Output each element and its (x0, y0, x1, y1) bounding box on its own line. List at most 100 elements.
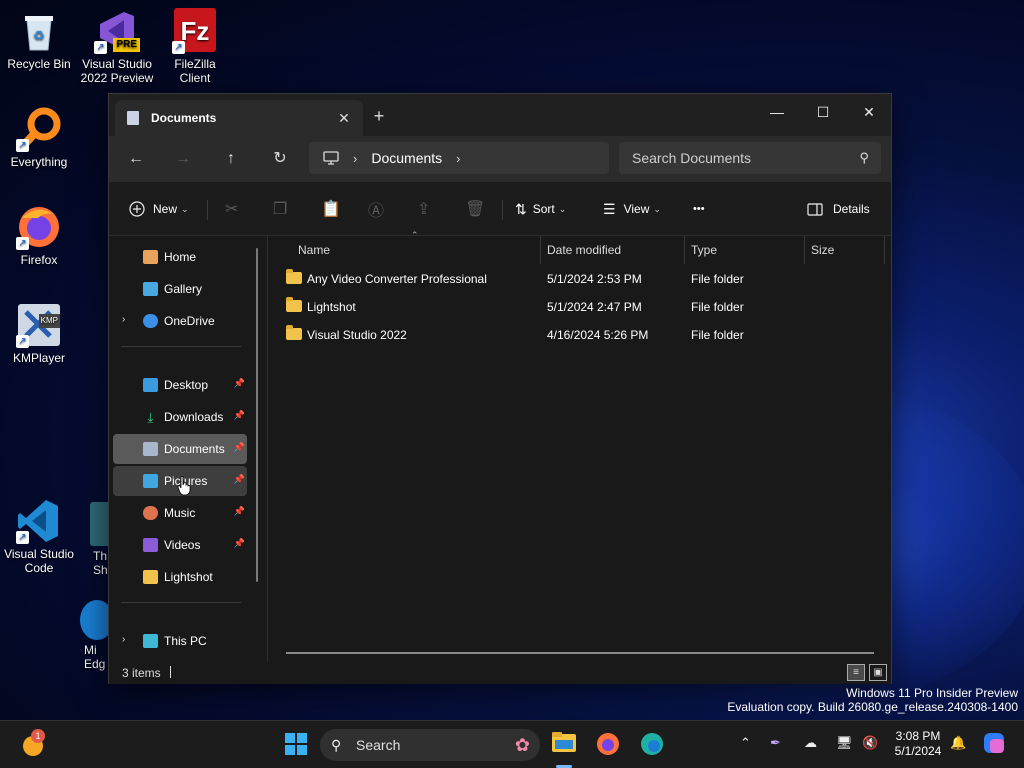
taskbar-search[interactable]: ⚲ Search ✿ (320, 729, 540, 761)
copy-icon[interactable]: ❐ (273, 197, 287, 221)
delete-icon[interactable]: 🗑 (465, 197, 485, 221)
column-header-date[interactable]: Date modified (541, 236, 685, 264)
more-options-button[interactable]: ••• (693, 197, 705, 221)
firefox-taskbar-icon[interactable] (594, 731, 622, 759)
file-date: 5/1/2024 2:53 PM (547, 272, 642, 286)
column-header-type[interactable]: Type (685, 236, 805, 264)
desktop-icon-kmplayer[interactable]: KMP ↗ KMPlayer (2, 302, 76, 365)
cut-icon[interactable]: ✂ (225, 197, 238, 221)
back-button[interactable]: ← (121, 146, 151, 172)
view-button[interactable]: ☰ View ⌄ (603, 197, 661, 221)
notification-badge: 1 (31, 729, 45, 743)
sidebar-item-onedrive[interactable]: › OneDrive (113, 306, 247, 336)
details-pane-icon (807, 202, 823, 216)
sidebar-scrollbar[interactable] (256, 248, 258, 582)
shortcut-arrow-icon: ↗ (16, 531, 29, 544)
desktop-icon-recycle-bin[interactable]: ♻ Recycle Bin (2, 8, 76, 71)
command-bar: New ⌄ ✂ ❐ 📋 Ⓐ ⇪ 🗑 ⇅ Sort ⌄ ☰ View ⌄ ••• … (109, 182, 891, 236)
chevron-right-icon[interactable]: › (122, 634, 125, 645)
copilot-icon[interactable] (980, 731, 1008, 759)
maximize-button[interactable]: ☐ (800, 98, 846, 126)
details-view-button[interactable]: ≡ (847, 664, 865, 681)
sidebar-item-music[interactable]: Music 📌 (113, 498, 247, 528)
details-label: Details (833, 202, 870, 216)
weather-widget-icon[interactable]: 1 (20, 729, 48, 759)
sidebar-item-lightshot[interactable]: Lightshot (113, 562, 247, 592)
breadcrumb-documents[interactable]: Documents (371, 150, 442, 166)
sidebar-item-label: Videos (164, 538, 201, 552)
filezilla-icon: Fz ↗ (172, 8, 218, 54)
sidebar-item-this-pc[interactable]: › This PC (113, 626, 247, 656)
desktop-icon (143, 378, 158, 392)
minimize-button[interactable]: — (754, 98, 800, 126)
chevron-right-icon[interactable]: › (122, 314, 125, 325)
refresh-button[interactable]: ↻ (265, 146, 295, 172)
shortcut-arrow-icon: ↗ (94, 41, 107, 54)
network-icon[interactable]: 🖥 (836, 735, 853, 751)
windows-logo-icon (285, 733, 307, 755)
video-icon (143, 538, 158, 552)
file-explorer-window: Documents ✕ + — ☐ ✕ ← → ↑ ↻ › Documents … (108, 93, 892, 684)
column-header-size[interactable]: Size (805, 236, 885, 264)
title-bar[interactable]: Documents ✕ + — ☐ ✕ (109, 94, 891, 136)
folder-icon (286, 325, 302, 340)
download-icon: ⤓ (147, 409, 154, 425)
tab-close-icon[interactable]: ✕ (335, 109, 353, 127)
sidebar-item-downloads[interactable]: ⤓ Downloads 📌 (113, 402, 247, 432)
desktop-icon-label: Everything (10, 155, 68, 169)
share-icon[interactable]: ⇪ (417, 197, 430, 221)
rename-icon[interactable]: Ⓐ (368, 197, 384, 221)
details-pane-button[interactable]: Details (807, 197, 870, 221)
shortcut-arrow-icon: ↗ (172, 41, 185, 54)
desktop-icon-visual-studio-2022[interactable]: PRE ↗ Visual Studio 2022 Preview (80, 8, 154, 85)
address-bar[interactable]: › Documents › (309, 142, 609, 174)
desktop-icon-vscode[interactable]: ↗ Visual Studio Code (2, 498, 76, 575)
sort-button[interactable]: ⇅ Sort ⌄ (515, 197, 566, 221)
forward-button[interactable]: → (168, 146, 198, 172)
clock-time: 3:08 PM (895, 729, 941, 743)
shortcut-arrow-icon: ↗ (16, 335, 29, 348)
sidebar-item-videos[interactable]: Videos 📌 (113, 530, 247, 560)
new-button[interactable]: New ⌄ (129, 197, 189, 221)
sidebar-item-documents[interactable]: Documents 📌 (113, 434, 247, 464)
up-button[interactable]: ↑ (216, 146, 246, 172)
column-header-name[interactable]: Name (268, 236, 541, 264)
close-window-button[interactable]: ✕ (846, 98, 892, 126)
bell-icon[interactable]: 🔔 (950, 735, 966, 751)
volume-icon[interactable]: 🔇 (862, 735, 878, 751)
new-tab-button[interactable]: + (369, 106, 389, 126)
pin-icon: 📌 (233, 410, 245, 420)
desktop-icon-filezilla[interactable]: Fz ↗ FileZilla Client (158, 8, 232, 85)
tab-documents[interactable]: Documents ✕ (115, 100, 363, 136)
sidebar-item-home[interactable]: Home (113, 242, 247, 272)
tiles-view-button[interactable]: ▣ (869, 664, 887, 681)
sidebar-item-gallery[interactable]: Gallery (113, 274, 247, 304)
folder-icon (286, 269, 302, 284)
file-row[interactable]: Visual Studio 2022 4/16/2024 5:26 PM Fil… (268, 321, 888, 349)
desktop-icon-label: Recycle Bin (7, 57, 71, 71)
edge-taskbar-icon[interactable] (638, 731, 666, 759)
pen-icon[interactable]: ✒ (770, 735, 781, 751)
address-row: ← → ↑ ↻ › Documents › Search Documents ⚲ (109, 136, 891, 182)
show-hidden-icons-chevron-icon[interactable]: ⌃ (740, 735, 751, 751)
folder-icon (143, 570, 158, 584)
paste-icon[interactable]: 📋 (321, 197, 341, 221)
search-box[interactable]: Search Documents ⚲ (619, 142, 881, 174)
tab-title: Documents (151, 111, 217, 125)
start-button[interactable] (282, 731, 310, 759)
file-row[interactable]: Any Video Converter Professional 5/1/202… (268, 265, 888, 293)
file-date: 5/1/2024 2:47 PM (547, 300, 642, 314)
desktop-icon-everything[interactable]: ↗ Everything (2, 106, 76, 169)
desktop-icon-firefox[interactable]: ↗ Firefox (2, 204, 76, 267)
pin-icon: 📌 (233, 378, 245, 388)
breadcrumb-separator[interactable]: › (456, 151, 460, 166)
pin-icon: 📌 (233, 506, 245, 516)
sidebar-item-desktop[interactable]: Desktop 📌 (113, 370, 247, 400)
file-row[interactable]: Lightshot 5/1/2024 2:47 PM File folder (268, 293, 888, 321)
horizontal-scrollbar[interactable] (286, 652, 874, 654)
breadcrumb-separator: › (353, 150, 358, 166)
file-explorer-taskbar-icon[interactable] (550, 731, 578, 768)
system-clock[interactable]: 3:08 PM 5/1/2024 (886, 729, 950, 759)
document-icon (127, 111, 139, 125)
cloud-sync-icon[interactable]: ☁ (804, 735, 817, 751)
